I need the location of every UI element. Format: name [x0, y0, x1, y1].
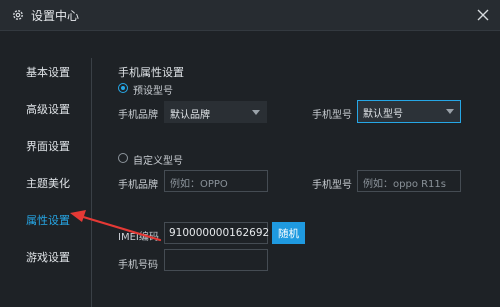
chevron-down-icon: [252, 110, 260, 115]
random-imei-button[interactable]: 随机: [272, 222, 305, 244]
phone-number-input[interactable]: [164, 249, 268, 271]
custom-model-field-label: 手机型号: [312, 180, 352, 191]
sidebar-item-theme[interactable]: 主题美化: [26, 175, 70, 191]
model-select-value: 默认型号: [363, 109, 403, 120]
brand-select[interactable]: 默认品牌: [164, 101, 267, 123]
title-bar: 设置中心: [0, 0, 500, 31]
imei-value: 910000000162692: [169, 227, 270, 239]
imei-input[interactable]: 910000000162692: [164, 222, 270, 244]
custom-brand-placeholder: 例如：OPPO: [170, 179, 228, 190]
custom-brand-input[interactable]: 例如：OPPO: [164, 170, 268, 192]
window-title: 设置中心: [31, 9, 80, 23]
gear-icon: [13, 10, 23, 20]
preset-model-radio[interactable]: [118, 83, 128, 93]
section-title: 手机属性设置: [118, 66, 184, 79]
custom-model-label: 自定义型号: [133, 156, 183, 167]
model-select[interactable]: 默认型号: [357, 100, 461, 123]
sidebar-item-interface[interactable]: 界面设置: [26, 138, 70, 154]
custom-model-radio[interactable]: [118, 153, 128, 163]
sidebar-item-basic[interactable]: 基本设置: [26, 64, 70, 80]
custom-brand-label: 手机品牌: [118, 180, 158, 191]
brand-select-value: 默认品牌: [170, 110, 210, 121]
preset-model-label: 预设型号: [133, 86, 173, 97]
preset-model-field-label: 手机型号: [312, 110, 352, 121]
sidebar-item-properties[interactable]: 属性设置: [26, 212, 70, 228]
imei-label: IMEI编码: [118, 232, 159, 243]
sidebar-item-game[interactable]: 游戏设置: [26, 249, 70, 265]
custom-model-input[interactable]: 例如：oppo R11s: [357, 170, 461, 192]
sidebar: 基本设置 高级设置 界面设置 主题美化 属性设置 游戏设置: [0, 31, 90, 307]
custom-model-placeholder: 例如：oppo R11s: [363, 179, 446, 190]
preset-brand-label: 手机品牌: [118, 110, 158, 121]
close-icon[interactable]: [472, 4, 494, 26]
chevron-down-icon: [446, 109, 454, 114]
sidebar-item-advanced[interactable]: 高级设置: [26, 101, 70, 117]
sidebar-divider: [91, 58, 92, 307]
phone-number-label: 手机号码: [118, 260, 158, 271]
